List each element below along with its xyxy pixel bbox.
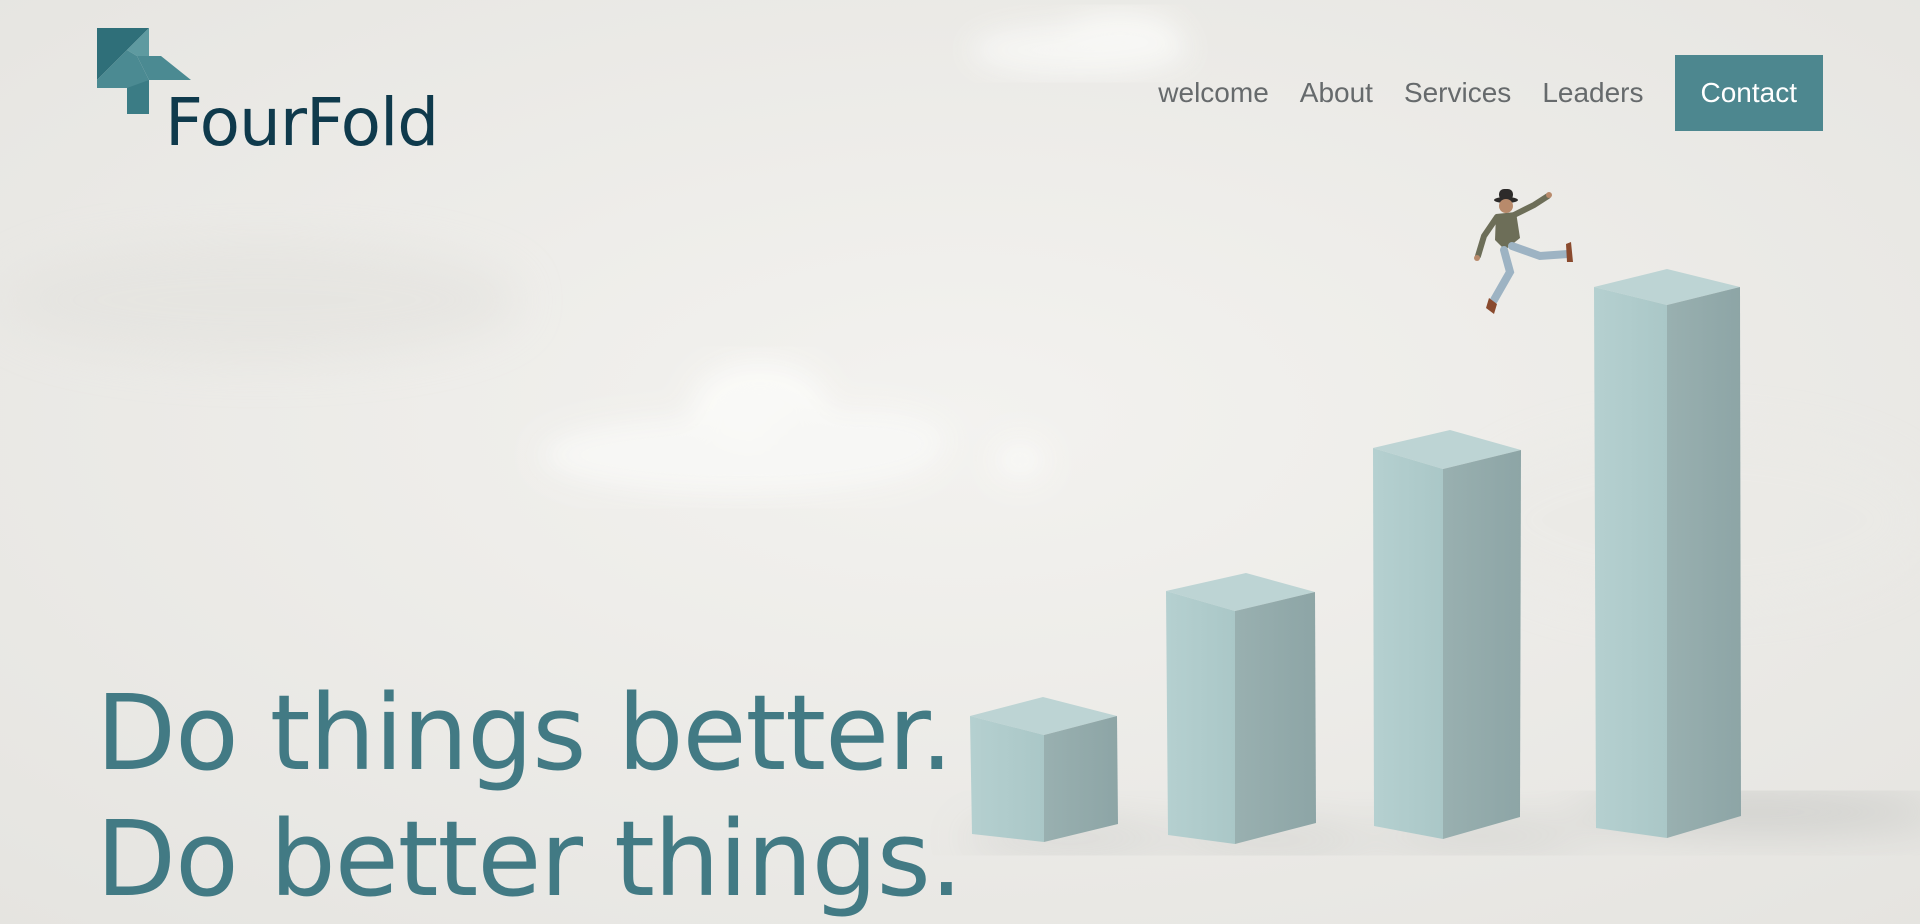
block-3 bbox=[1373, 430, 1521, 839]
nav-link-welcome[interactable]: welcome bbox=[1158, 77, 1268, 109]
nav-link-services[interactable]: Services bbox=[1404, 77, 1511, 109]
block-4 bbox=[1594, 269, 1741, 838]
main-navigation: welcome About Services Leaders Contact bbox=[1158, 55, 1823, 131]
hero-headline: Do things better. Do better things. bbox=[96, 670, 963, 922]
headline-line-1: Do things better. bbox=[96, 672, 953, 794]
hero-section: FourFold welcome About Services Leaders … bbox=[0, 0, 1920, 924]
brand-logo-link[interactable]: FourFold bbox=[97, 28, 457, 158]
block-2 bbox=[1166, 573, 1316, 844]
nav-link-leaders[interactable]: Leaders bbox=[1542, 77, 1643, 109]
headline-line-2: Do better things. bbox=[96, 798, 963, 920]
nav-link-about[interactable]: About bbox=[1300, 77, 1373, 109]
block-1 bbox=[970, 697, 1118, 842]
contact-button[interactable]: Contact bbox=[1674, 55, 1823, 131]
brand-name: FourFold bbox=[165, 84, 439, 161]
